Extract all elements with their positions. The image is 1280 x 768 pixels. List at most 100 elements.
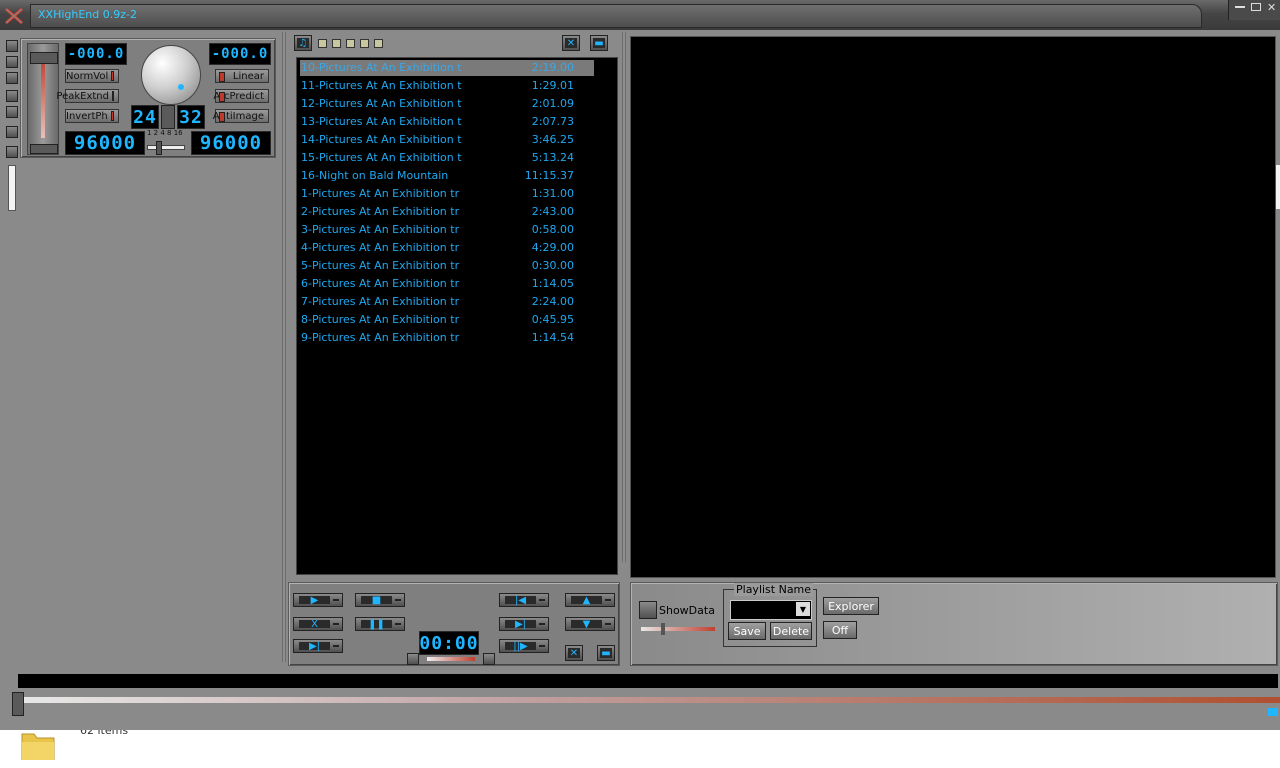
playlist-track-row[interactable]: 14-Pictures At An Exhibition t 3:46.25	[300, 132, 594, 148]
oversample-handle[interactable]	[156, 141, 162, 155]
playlist-track-row[interactable]: 5-Pictures At An Exhibition tr 0:30.00	[300, 258, 594, 274]
save-button[interactable]: Save	[728, 622, 766, 640]
step-button[interactable]: ||▶	[499, 639, 549, 653]
showdata-toggle[interactable]	[639, 601, 657, 619]
left-scroll-handle[interactable]	[8, 165, 16, 211]
delete-button[interactable]: Delete	[770, 622, 812, 640]
peakextnd-button[interactable]: PeakExtnd	[56, 89, 119, 103]
oversample-slider[interactable]	[147, 141, 185, 155]
title-caption	[30, 4, 1202, 28]
peakextnd-led	[112, 91, 114, 101]
normvol-button[interactable]: NormVol	[65, 69, 119, 83]
volume-slider-handle[interactable]	[30, 52, 58, 64]
playlist-name-group: Playlist Name ▼ Save Delete	[723, 583, 817, 647]
playlist-track-row[interactable]: 16-Night on Bald Mountain 11:15.37	[300, 168, 594, 184]
seek-handle[interactable]	[12, 692, 24, 716]
playlist-slot-5[interactable]	[374, 39, 383, 48]
pause-button[interactable]: ❚❚	[355, 617, 405, 631]
playlist-track-row[interactable]: 15-Pictures At An Exhibition t 5:13.24	[300, 150, 594, 166]
playlist-track-row[interactable]: 2-Pictures At An Exhibition tr 2:43.00	[300, 204, 594, 220]
playlist-slot-1[interactable]	[318, 39, 327, 48]
volume-knob[interactable]	[141, 45, 201, 105]
track-duration: 1:29.01	[531, 79, 574, 92]
playlist-track-row[interactable]: 7-Pictures At An Exhibition tr 2:24.00	[300, 294, 594, 310]
next-track-button[interactable]: ▶|	[499, 617, 549, 631]
explorer-button[interactable]: Explorer	[823, 597, 879, 615]
playlist-track-row[interactable]: 1-Pictures At An Exhibition tr 1:31.00	[300, 186, 594, 202]
move-up-button[interactable]: ▲	[565, 593, 615, 607]
shuffle-button[interactable]: X	[293, 617, 343, 631]
side-button-7[interactable]	[6, 146, 18, 158]
title-bar[interactable]: XXHighEnd 0.9z-2 ✕	[0, 0, 1280, 30]
showdata-slider-handle[interactable]	[661, 623, 665, 635]
playlist-clear-button[interactable]: ✕	[562, 35, 580, 51]
aux-button-2[interactable]: ▬	[597, 645, 615, 661]
play-from-button[interactable]: ▶|	[293, 639, 343, 653]
side-button-2[interactable]	[6, 56, 18, 68]
linear-button[interactable]: Linear	[215, 69, 269, 83]
playlist-track-row[interactable]: 10-Pictures At An Exhibition t 2:19.00	[300, 60, 594, 76]
playlist-track-row[interactable]: 9-Pictures At An Exhibition tr 1:14.54	[300, 330, 594, 346]
arcpredict-button[interactable]: ArcPredict	[213, 89, 269, 103]
track-name: 13-Pictures At An Exhibition t	[301, 115, 462, 128]
transport-panel: ▶ ■ X ❚❚ ▶| 00:00 |◀ ▶| ||▶ ▲ ▼ ✕ ▬	[288, 582, 620, 666]
lcd-top-right: -000.0	[209, 43, 271, 65]
playlist-slot-4[interactable]	[360, 39, 369, 48]
playlist-track-row[interactable]: 6-Pictures At An Exhibition tr 1:14.05	[300, 276, 594, 292]
playlist-slot-3[interactable]	[346, 39, 355, 48]
stop-button[interactable]: ■	[355, 593, 405, 607]
playlist-name-select[interactable]: ▼	[730, 600, 812, 620]
sample-rate-left: 96000	[65, 131, 145, 155]
track-name: 3-Pictures At An Exhibition tr	[301, 223, 460, 236]
playlist-track-row[interactable]: 12-Pictures At An Exhibition t 2:01.09	[300, 96, 594, 112]
side-button-6[interactable]	[6, 126, 18, 138]
window-controls[interactable]: ✕	[1228, 0, 1280, 20]
track-name: 11-Pictures At An Exhibition t	[301, 79, 462, 92]
invertph-button[interactable]: InvertPh	[65, 109, 119, 123]
track-duration: 2:07.73	[531, 115, 574, 128]
right-edge-handle[interactable]	[1276, 165, 1280, 209]
playlist[interactable]: 10-Pictures At An Exhibition t 2:19.00 11-…	[296, 57, 618, 575]
playlist-music-button[interactable]: ♫	[294, 35, 312, 51]
volume-slider-track[interactable]	[27, 43, 59, 155]
close-icon[interactable]: ✕	[1267, 1, 1276, 14]
position-mini-slider[interactable]	[427, 657, 475, 661]
side-button-5[interactable]	[6, 106, 18, 118]
side-button-1[interactable]	[6, 40, 18, 52]
previous-track-button[interactable]: |◀	[499, 593, 549, 607]
track-duration: 1:14.54	[531, 331, 574, 344]
time-plus-button[interactable]	[483, 653, 495, 665]
track-name: 5-Pictures At An Exhibition tr	[301, 259, 460, 272]
play-button[interactable]: ▶	[293, 593, 343, 607]
time-minus-button[interactable]	[407, 653, 419, 665]
playlist-slot-2[interactable]	[332, 39, 341, 48]
off-button[interactable]: Off	[823, 621, 857, 639]
aux-button-1[interactable]: ✕	[565, 645, 583, 661]
minimize-icon[interactable]	[1235, 6, 1245, 8]
explorer-status-bar: 62 items	[0, 724, 1280, 768]
playlist-track-row[interactable]: 3-Pictures At An Exhibition tr 0:58.00	[300, 222, 594, 238]
track-duration: 5:13.24	[531, 151, 574, 164]
move-down-button[interactable]: ▼	[565, 617, 615, 631]
playlist-track-row[interactable]: 4-Pictures At An Exhibition tr 4:29.00	[300, 240, 594, 256]
showdata-slider[interactable]	[641, 623, 715, 635]
playlist-view-button[interactable]: ▬	[590, 35, 608, 51]
antiimage-button[interactable]: AntiImage	[213, 109, 269, 123]
seek-bar[interactable]	[20, 697, 1280, 703]
playlist-track-row[interactable]: 13-Pictures At An Exhibition t 2:07.73	[300, 114, 594, 130]
knob-indicator	[178, 84, 184, 90]
playlist-track-row[interactable]: 8-Pictures At An Exhibition tr 0:45.95	[300, 312, 594, 328]
display-area[interactable]	[630, 36, 1276, 578]
app-logo-icon[interactable]	[3, 4, 25, 26]
side-button-4[interactable]	[6, 90, 18, 102]
normvol-label: NormVol	[66, 70, 109, 82]
maximize-icon[interactable]	[1251, 3, 1261, 11]
splitter-left[interactable]	[282, 32, 286, 662]
bit-depth-switch[interactable]	[161, 105, 175, 129]
chevron-down-icon[interactable]: ▼	[796, 602, 810, 616]
track-name: 4-Pictures At An Exhibition tr	[301, 241, 460, 254]
splitter-mid[interactable]	[622, 32, 626, 562]
playlist-track-row[interactable]: 11-Pictures At An Exhibition t 1:29.01	[300, 78, 594, 94]
side-button-3[interactable]	[6, 72, 18, 84]
antiimage-led	[219, 112, 225, 122]
